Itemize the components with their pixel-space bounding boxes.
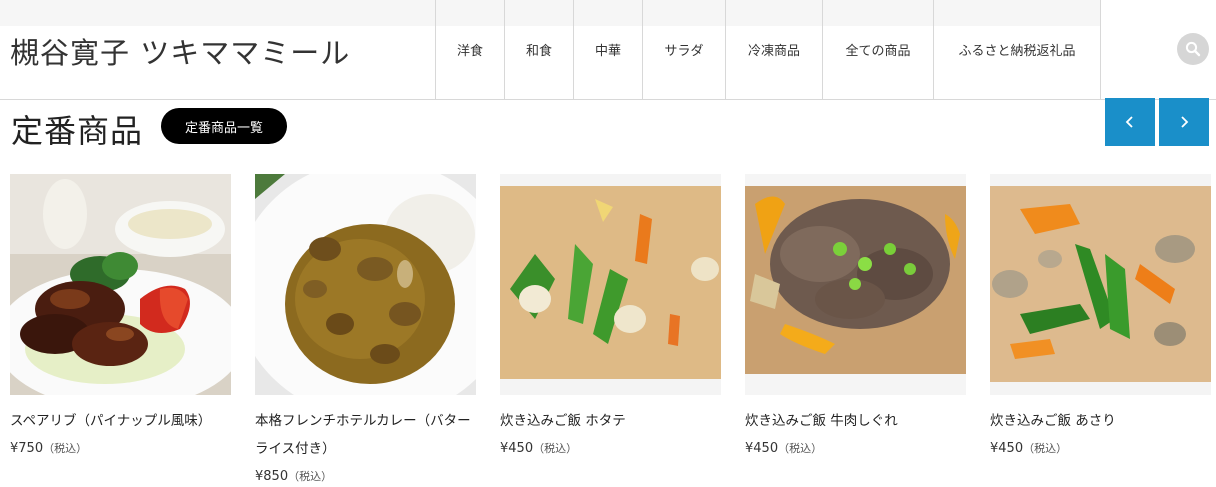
nav-item-label: 中華 <box>594 44 621 59</box>
product-card[interactable]: 炊き込みご飯 牛肉しぐれ ¥450（税込） <box>745 174 966 463</box>
nav-item-frozen[interactable]: 冷凍商品 <box>725 0 822 99</box>
product-price: ¥750 <box>10 441 44 456</box>
chevron-right-icon <box>1181 116 1189 128</box>
product-image-beef-rice[interactable] <box>745 174 966 395</box>
nav-divider <box>1100 0 1101 99</box>
search-icon <box>1185 41 1201 57</box>
product-price-line: ¥450（税込） <box>500 435 721 463</box>
header-top-band <box>0 0 435 26</box>
nav-item-label: 洋食 <box>456 44 483 59</box>
nav-item-japanese[interactable]: 和食 <box>504 0 573 99</box>
product-tax-label: （税込） <box>43 442 88 455</box>
product-card[interactable]: 本格フレンチホテルカレー（バターライス付き） ¥850（税込） <box>255 174 476 487</box>
chevron-left-icon <box>1125 116 1133 128</box>
nav-item-label: ふるさと納税返礼品 <box>958 44 1076 59</box>
product-name[interactable]: 炊き込みご飯 ホタテ <box>500 407 721 435</box>
product-price-line: ¥750（税込） <box>10 435 231 463</box>
nav-item-all-products[interactable]: 全ての商品 <box>822 0 933 99</box>
product-image-spare-ribs[interactable] <box>10 174 231 395</box>
product-price: ¥850 <box>255 469 289 484</box>
product-price-line: ¥450（税込） <box>745 435 966 463</box>
product-name[interactable]: 本格フレンチホテルカレー（バターライス付き） <box>255 407 476 463</box>
section-title: 定番商品 <box>11 112 144 150</box>
product-card[interactable]: 炊き込みご飯 あさり ¥450（税込） <box>990 174 1211 463</box>
product-tax-label: （税込） <box>1023 442 1068 455</box>
nav-item-salad[interactable]: サラダ <box>642 0 725 99</box>
product-image-curry[interactable] <box>255 174 476 395</box>
nav-item-label: 和食 <box>525 44 552 59</box>
view-list-button[interactable]: 定番商品一覧 <box>161 108 287 144</box>
product-price-line: ¥450（税込） <box>990 435 1211 463</box>
product-name[interactable]: スペアリブ（パイナップル風味） <box>10 407 231 435</box>
product-price: ¥450 <box>990 441 1024 456</box>
nav-item-label: サラダ <box>664 44 704 59</box>
product-name[interactable]: 炊き込みご飯 あさり <box>990 407 1211 435</box>
product-price: ¥450 <box>500 441 534 456</box>
nav-item-western[interactable]: 洋食 <box>435 0 504 99</box>
site-header: 槻谷寛子 ツキママミール 洋食 和食 中華 サラダ 冷凍商品 全ての商品 ふるさ… <box>0 0 1216 100</box>
main-nav: 洋食 和食 中華 サラダ 冷凍商品 全ての商品 ふるさと納税返礼品 <box>435 0 1101 99</box>
site-title[interactable]: 槻谷寛子 ツキママミール <box>10 30 350 72</box>
search-button[interactable] <box>1177 33 1209 65</box>
product-name[interactable]: 炊き込みご飯 牛肉しぐれ <box>745 407 966 435</box>
carousel-prev-button[interactable] <box>1105 98 1155 146</box>
nav-item-furusato-nozei[interactable]: ふるさと納税返礼品 <box>933 0 1100 99</box>
product-price-line: ¥850（税込） <box>255 463 476 487</box>
product-tax-label: （税込） <box>778 442 823 455</box>
product-card[interactable]: 炊き込みご飯 ホタテ ¥450（税込） <box>500 174 721 463</box>
product-image-clam-rice[interactable] <box>990 174 1211 395</box>
product-image-scallop-rice[interactable] <box>500 174 721 395</box>
product-tax-label: （税込） <box>288 470 333 483</box>
product-price: ¥450 <box>745 441 779 456</box>
product-card[interactable]: スペアリブ（パイナップル風味） ¥750（税込） <box>10 174 231 463</box>
nav-item-label: 全ての商品 <box>845 44 911 59</box>
nav-item-label: 冷凍商品 <box>747 44 800 59</box>
carousel-next-button[interactable] <box>1159 98 1209 146</box>
product-tax-label: （税込） <box>533 442 578 455</box>
nav-item-chinese[interactable]: 中華 <box>573 0 642 99</box>
